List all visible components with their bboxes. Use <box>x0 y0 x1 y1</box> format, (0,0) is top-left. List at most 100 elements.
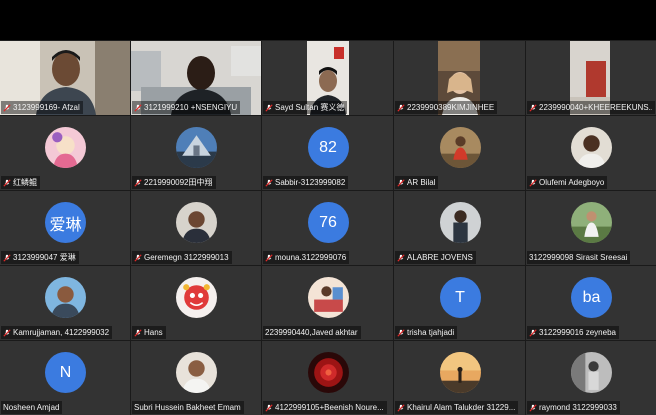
microphone-muted-icon <box>134 103 142 112</box>
avatar-initials: 82 <box>319 138 337 156</box>
avatar-initials: ba <box>582 288 601 306</box>
participant-tile[interactable]: Kamrujjaman, 4122999032 <box>0 266 130 340</box>
participant-name: 4122999105+Beenish Noure... <box>275 403 384 412</box>
participant-name: 3122999016 zeyneba <box>539 328 616 337</box>
participant-avatar: N <box>45 352 86 393</box>
participant-tile[interactable]: 4122999105+Beenish Noure... <box>262 341 393 415</box>
participant-name: 3121999210 +NSENGIYU <box>144 103 238 112</box>
participant-nameplate: 红鳞鲲 <box>1 176 40 189</box>
participant-nameplate: 2239990440,Javed akhtar <box>263 326 361 339</box>
participant-name: 2239990440,Javed akhtar <box>265 328 358 337</box>
participant-tile[interactable]: N Nosheen Amjad <box>0 341 130 415</box>
participant-name: Hans <box>144 328 163 337</box>
participant-tile[interactable]: 82 Sabbir-3123999082 <box>262 116 393 190</box>
participant-nameplate: 2239990389KIMJINHEE <box>395 101 498 114</box>
microphone-muted-icon <box>134 178 142 187</box>
participant-tile[interactable]: Olufemi Adegboyo <box>526 116 656 190</box>
participant-tile[interactable]: Subri Hussein Bakheet Emam <box>131 341 261 415</box>
microphone-muted-icon <box>529 103 537 112</box>
participant-name: Sayd Sultan 赛义德 <box>275 103 345 112</box>
participant-nameplate: Kamrujjaman, 4122999032 <box>1 326 113 339</box>
microphone-muted-icon <box>529 328 537 337</box>
meeting-top-bar <box>0 0 656 40</box>
participant-nameplate: 2219990092田中翔 <box>132 176 216 189</box>
participant-avatar <box>307 277 349 318</box>
microphone-muted-icon <box>3 253 11 262</box>
participant-tile[interactable]: AR Bilal <box>394 116 525 190</box>
participant-nameplate: Geremegn 3122999013 <box>132 251 232 264</box>
participant-tile[interactable]: 爱琳 3123999047 爱琳 <box>0 191 130 265</box>
microphone-muted-icon <box>3 103 11 112</box>
microphone-muted-icon <box>134 253 142 262</box>
participant-name: trisha tjahjadi <box>407 328 455 337</box>
participant-tile[interactable]: 76 mouna.3122999076 <box>262 191 393 265</box>
participant-nameplate: Hans <box>132 326 166 339</box>
participant-tile[interactable]: ALABRE JOVENS <box>394 191 525 265</box>
participant-avatar <box>439 127 481 168</box>
microphone-muted-icon <box>529 403 537 412</box>
participant-tile[interactable]: 2239990040+KHEEREEKUNS... <box>526 41 656 115</box>
participant-avatar: ba <box>571 277 612 318</box>
participant-tile[interactable]: Sayd Sultan 赛义德 <box>262 41 393 115</box>
participant-nameplate: Sayd Sultan 赛义德 <box>263 101 348 114</box>
participant-nameplate: 3122999016 zeyneba <box>527 326 619 339</box>
microphone-muted-icon <box>397 103 405 112</box>
participant-nameplate: Khairul Alam Talukder 31229... <box>395 401 519 414</box>
participant-tile[interactable]: raymond 3122999033 <box>526 341 656 415</box>
participant-name: 2219990092田中翔 <box>144 178 213 187</box>
participant-name: ALABRE JOVENS <box>407 253 473 262</box>
participant-tile[interactable]: 3121999210 +NSENGIYU <box>131 41 261 115</box>
participant-tile[interactable]: 3123999169- Afzal <box>0 41 130 115</box>
participant-tile[interactable]: ba 3122999016 zeyneba <box>526 266 656 340</box>
participant-avatar <box>571 127 612 168</box>
microphone-muted-icon <box>397 178 405 187</box>
participant-name: 红鳞鲲 <box>13 178 37 187</box>
avatar-initials: N <box>59 363 72 381</box>
participant-avatar <box>176 202 217 243</box>
microphone-muted-icon <box>3 328 11 337</box>
participant-avatar <box>45 277 86 318</box>
participant-nameplate: 4122999105+Beenish Noure... <box>263 401 387 414</box>
participant-tile[interactable]: 2239990389KIMJINHEE <box>394 41 525 115</box>
participant-name: mouna.3122999076 <box>275 253 347 262</box>
participant-tile[interactable]: Hans <box>131 266 261 340</box>
participant-name: Nosheen Amjad <box>3 403 60 412</box>
participant-nameplate: 3122999098 Sirasit Sreesai <box>527 251 631 264</box>
participant-tile[interactable]: 3122999098 Sirasit Sreesai <box>526 191 656 265</box>
participant-avatar: 爱琳 <box>45 202 86 243</box>
participant-name: Geremegn 3122999013 <box>144 253 229 262</box>
participant-nameplate: Nosheen Amjad <box>1 401 63 414</box>
participant-tile[interactable]: 2219990092田中翔 <box>131 116 261 190</box>
participant-name: AR Bilal <box>407 178 436 187</box>
participant-nameplate: 3123999047 爱琳 <box>1 251 79 264</box>
participant-tile[interactable]: Geremegn 3122999013 <box>131 191 261 265</box>
participant-gallery: 3123999169- Afzal 3121999210 +NSENGIYU S… <box>0 41 656 415</box>
microphone-muted-icon <box>3 178 11 187</box>
participant-nameplate: 3123999169- Afzal <box>1 101 83 114</box>
participant-avatar: 82 <box>307 127 349 168</box>
participant-tile[interactable]: 2239990440,Javed akhtar <box>262 266 393 340</box>
participant-avatar <box>571 202 612 243</box>
microphone-muted-icon <box>397 253 405 262</box>
participant-tile[interactable]: Khairul Alam Talukder 31229... <box>394 341 525 415</box>
participant-nameplate: ALABRE JOVENS <box>395 251 476 264</box>
participant-avatar: 76 <box>307 202 349 243</box>
microphone-muted-icon <box>529 178 537 187</box>
participant-avatar <box>176 127 217 168</box>
participant-avatar <box>45 127 86 168</box>
participant-nameplate: raymond 3122999033 <box>527 401 620 414</box>
participant-avatar <box>176 352 217 393</box>
participant-name: Kamrujjaman, 4122999032 <box>13 328 110 337</box>
participant-nameplate: Sabbir-3123999082 <box>263 176 349 189</box>
participant-tile[interactable]: 红鳞鲲 <box>0 116 130 190</box>
microphone-muted-icon <box>134 328 142 337</box>
microphone-muted-icon <box>265 403 273 412</box>
microphone-muted-icon <box>397 403 405 412</box>
participant-nameplate: trisha tjahjadi <box>395 326 458 339</box>
avatar-initials: 76 <box>319 213 337 231</box>
participant-avatar <box>176 277 217 318</box>
participant-name: 3123999047 爱琳 <box>13 253 76 262</box>
participant-tile[interactable]: T trisha tjahjadi <box>394 266 525 340</box>
participant-nameplate: Olufemi Adegboyo <box>527 176 608 189</box>
participant-avatar <box>439 352 481 393</box>
